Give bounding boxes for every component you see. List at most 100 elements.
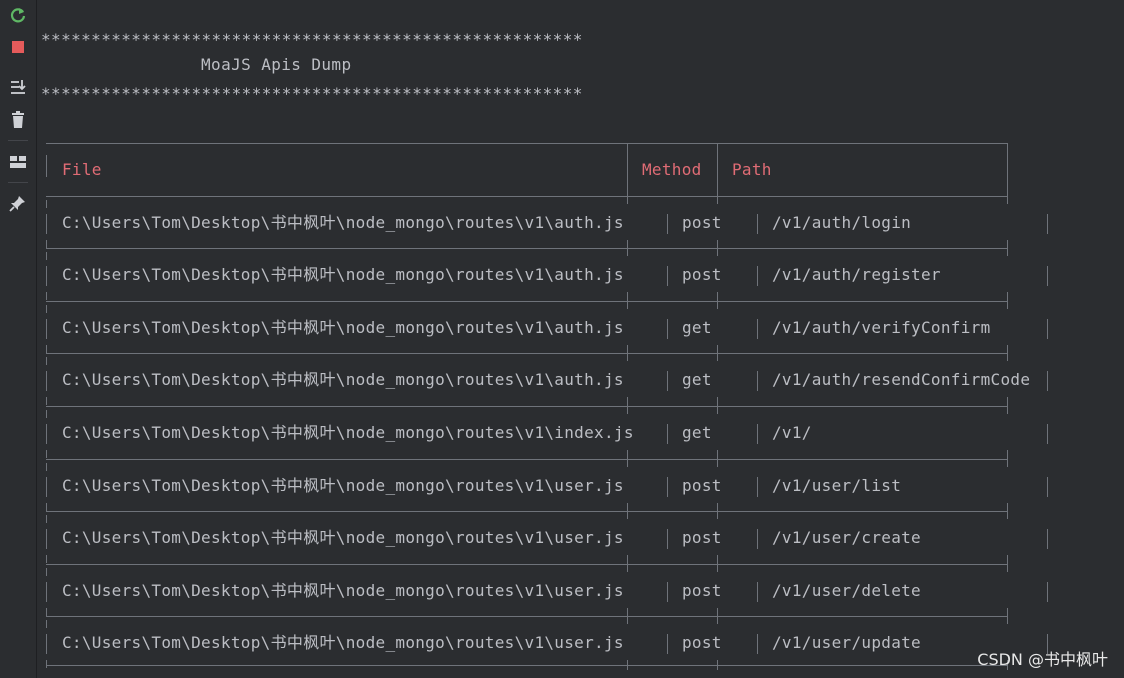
row-path: /v1/auth/login	[772, 213, 912, 232]
table-border	[717, 143, 718, 196]
row-path: /v1/	[772, 423, 812, 442]
table-border	[667, 319, 668, 339]
table-border	[1047, 529, 1048, 549]
table-border	[46, 503, 47, 511]
table-border	[46, 345, 47, 353]
row-file: C:\Users\Tom\Desktop\书中枫叶\node_mongo\rou…	[62, 581, 624, 600]
row-path: /v1/user/delete	[772, 581, 921, 600]
table-border	[1007, 457, 1008, 467]
table-border	[46, 608, 47, 616]
table-border	[757, 424, 758, 444]
pin-icon[interactable]	[8, 193, 28, 213]
table-border	[46, 582, 47, 602]
table-border	[46, 424, 47, 444]
table-border	[46, 353, 1007, 354]
table-border	[717, 509, 718, 519]
table-border	[46, 620, 47, 628]
row-path: /v1/auth/register	[772, 265, 941, 284]
table-border	[717, 351, 718, 361]
table-border	[757, 371, 758, 391]
table-border	[1047, 319, 1048, 339]
table-border	[667, 266, 668, 286]
table-border	[667, 424, 668, 444]
table-border	[1047, 424, 1048, 444]
banner-stars-top: ****************************************…	[41, 30, 583, 49]
table-border	[627, 246, 628, 256]
table-border	[46, 450, 47, 458]
table-border	[46, 410, 47, 418]
table-border	[717, 404, 718, 414]
row-method: post	[682, 213, 722, 232]
row-file: C:\Users\Tom\Desktop\书中枫叶\node_mongo\rou…	[62, 265, 624, 284]
table-border	[46, 292, 47, 300]
table-border	[46, 143, 1007, 144]
table-border	[1007, 404, 1008, 414]
row-file: C:\Users\Tom\Desktop\书中枫叶\node_mongo\rou…	[62, 213, 624, 232]
rerun-icon[interactable]	[8, 5, 28, 25]
table-border	[46, 616, 1007, 617]
table-border	[627, 457, 628, 467]
table-border	[757, 214, 758, 234]
table-border	[46, 200, 47, 208]
row-file: C:\Users\Tom\Desktop\书中枫叶\node_mongo\rou…	[62, 476, 624, 495]
table-border	[667, 214, 668, 234]
table-border	[46, 463, 47, 471]
table-border	[1007, 614, 1008, 624]
table-border	[1047, 266, 1048, 286]
row-file: C:\Users\Tom\Desktop\书中枫叶\node_mongo\rou…	[62, 423, 634, 442]
table-border	[1047, 477, 1048, 497]
console-toolbar	[0, 0, 37, 678]
table-border	[46, 555, 47, 563]
stop-icon[interactable]	[8, 37, 28, 57]
row-path: /v1/user/update	[772, 633, 921, 652]
table-border	[46, 660, 47, 668]
row-method: post	[682, 476, 722, 495]
row-method: get	[682, 318, 712, 337]
table-border	[1047, 214, 1048, 234]
table-border	[717, 562, 718, 572]
table-border	[1007, 351, 1008, 361]
row-method: post	[682, 633, 722, 652]
row-file: C:\Users\Tom\Desktop\书中枫叶\node_mongo\rou…	[62, 633, 624, 652]
table-border	[627, 509, 628, 519]
row-path: /v1/auth/resendConfirmCode	[772, 370, 1031, 389]
row-path: /v1/auth/verifyConfirm	[772, 318, 991, 337]
column-header-path: Path	[732, 160, 772, 179]
table-border	[627, 194, 628, 204]
table-border	[717, 457, 718, 467]
layout-icon[interactable]	[8, 152, 28, 172]
row-path: /v1/user/list	[772, 476, 902, 495]
table-border	[717, 614, 718, 624]
row-path: /v1/user/create	[772, 528, 921, 547]
table-border	[46, 529, 47, 549]
table-border	[627, 404, 628, 414]
table-border	[1007, 246, 1008, 256]
table-border	[46, 319, 47, 339]
table-border	[46, 568, 47, 576]
table-border	[46, 665, 1007, 666]
table-border	[46, 515, 47, 523]
table-border	[757, 266, 758, 286]
table-border	[46, 459, 1007, 460]
scroll-to-end-icon[interactable]	[8, 77, 28, 97]
console-output[interactable]: ****************************************…	[37, 0, 1124, 678]
column-header-method: Method	[642, 160, 702, 179]
clear-icon[interactable]	[8, 110, 28, 130]
table-border	[46, 214, 47, 234]
column-header-file: File	[62, 160, 102, 179]
table-border	[627, 351, 628, 361]
table-border	[667, 634, 668, 654]
row-method: post	[682, 581, 722, 600]
table-border	[46, 240, 47, 248]
table-border	[46, 357, 47, 365]
table-border	[1007, 194, 1008, 204]
table-border	[1007, 299, 1008, 309]
banner-title: MoaJS Apis Dump	[201, 55, 352, 74]
table-border	[627, 614, 628, 624]
toolbar-separator	[8, 182, 28, 183]
table-border	[46, 266, 47, 286]
table-border	[627, 562, 628, 572]
table-border	[46, 155, 47, 177]
watermark: CSDN @书中枫叶	[977, 650, 1108, 669]
row-method: post	[682, 265, 722, 284]
